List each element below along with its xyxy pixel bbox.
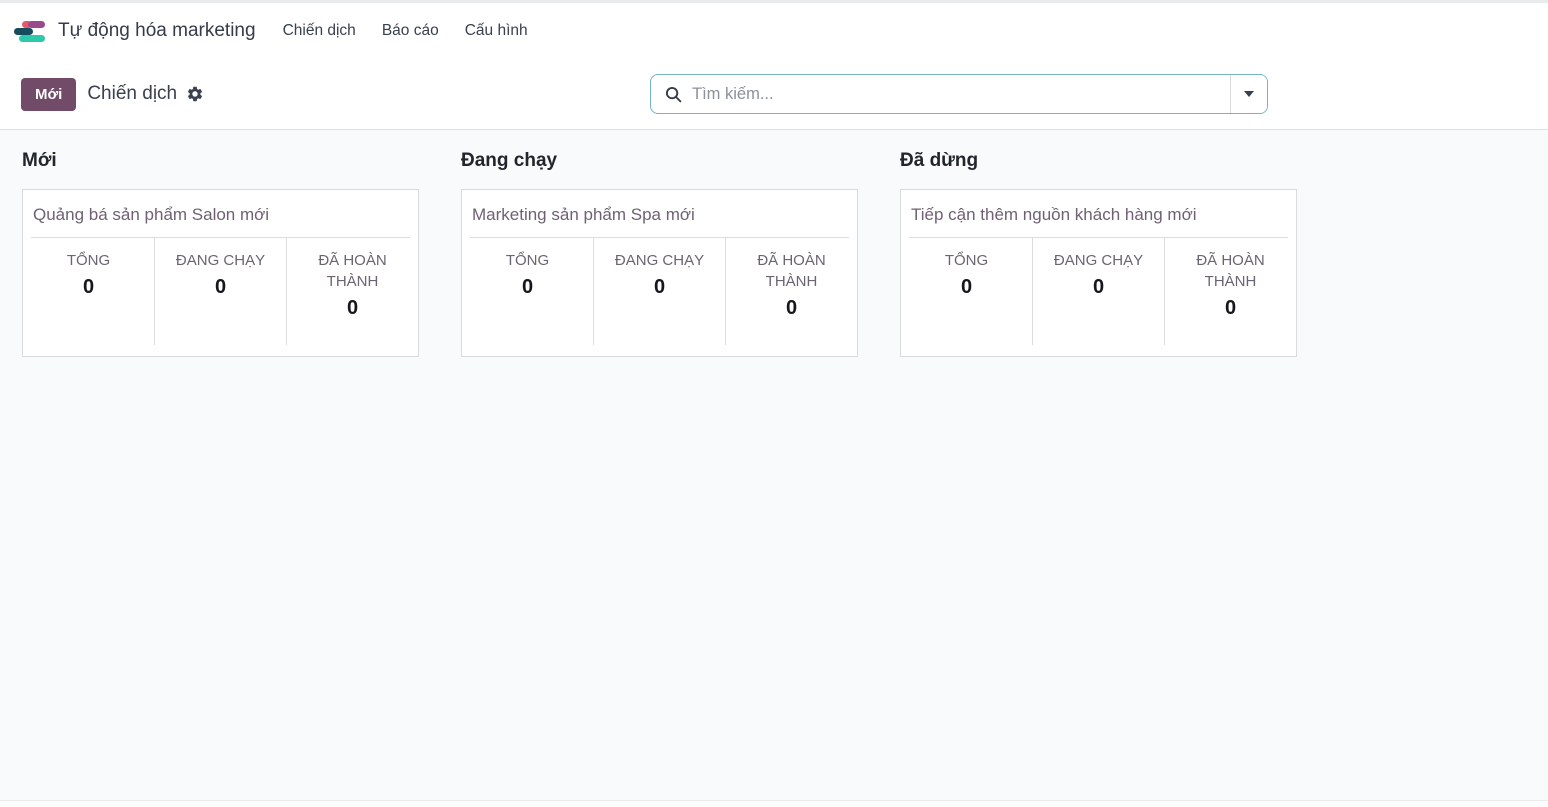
search-input[interactable] [692, 75, 1230, 113]
column-title: Mới [22, 150, 57, 171]
search-icon [665, 86, 682, 103]
breadcrumb: Chiến dịch [87, 83, 178, 104]
card-stats: TỔNG 0 ĐANG CHẠY 0 ĐÃ HOÀN THÀNH 0 [23, 238, 418, 345]
stat-value: 0 [653, 276, 666, 298]
gear-icon[interactable] [186, 85, 204, 103]
stat-label: TỔNG [505, 252, 550, 269]
stat-total: TỔNG 0 [901, 238, 1032, 345]
control-panel: Mới Chiến dịch [0, 59, 1548, 129]
stat-value: 0 [346, 297, 359, 319]
card-stats: TỔNG 0 ĐANG CHẠY 0 ĐÃ HOÀN THÀNH 0 [901, 238, 1296, 345]
menu-configuration[interactable]: Cấu hình [452, 13, 541, 49]
stat-label: ĐANG CHẠY [614, 252, 705, 269]
stat-completed: ĐÃ HOÀN THÀNH 0 [1164, 238, 1296, 345]
stat-value: 0 [214, 276, 227, 298]
stat-running: ĐANG CHẠY 0 [1032, 238, 1164, 345]
search-bar [650, 74, 1268, 114]
main-nav-bar: Tự động hóa marketing Chiến dịch Báo cáo… [0, 3, 1548, 59]
campaign-card[interactable]: Marketing sản phẩm Spa mới TỔNG 0 ĐANG C… [461, 189, 858, 357]
stat-value: 0 [1224, 297, 1237, 319]
column-title: Đã dừng [900, 150, 979, 171]
stat-label: ĐÃ HOÀN THÀNH [318, 252, 387, 290]
stat-label: ĐÃ HOÀN THÀNH [1196, 252, 1265, 290]
menu-campaigns[interactable]: Chiến dịch [270, 13, 369, 49]
campaign-card[interactable]: Quảng bá sản phẩm Salon mới TỔNG 0 ĐANG … [22, 189, 419, 357]
campaign-name: Tiếp cận thêm nguồn khách hàng mới [911, 205, 1197, 224]
top-menu: Chiến dịch Báo cáo Cấu hình [270, 13, 541, 49]
new-button[interactable]: Mới [21, 77, 77, 111]
menu-reporting[interactable]: Báo cáo [369, 13, 452, 49]
stat-value: 0 [960, 276, 973, 298]
stat-label: ĐANG CHẠY [175, 252, 266, 269]
logo-bar-purple [27, 20, 45, 28]
stat-value: 0 [521, 276, 534, 298]
stat-value: 0 [785, 297, 798, 319]
campaign-card[interactable]: Tiếp cận thêm nguồn khách hàng mới TỔNG … [900, 189, 1297, 357]
app-title: Tự động hóa marketing [58, 20, 256, 41]
search-options-toggle[interactable] [1231, 75, 1267, 113]
logo-bar-navy [14, 27, 33, 35]
kanban-column-new: Mới Quảng bá sản phẩm Salon mới TỔNG 0 Đ… [22, 150, 461, 357]
stat-total: TỔNG 0 [462, 238, 593, 345]
stat-running: ĐANG CHẠY 0 [593, 238, 725, 345]
kanban-column-running: Đang chạy Marketing sản phẩm Spa mới TỔN… [461, 150, 900, 357]
stat-total: TỔNG 0 [23, 238, 154, 345]
marketing-automation-app-icon[interactable] [14, 20, 45, 42]
campaign-name: Quảng bá sản phẩm Salon mới [33, 205, 270, 224]
stat-label: TỔNG [944, 252, 989, 269]
stat-label: ĐÃ HOÀN THÀNH [757, 252, 826, 290]
logo-bar-teal [19, 34, 45, 42]
window-bottom-edge [0, 800, 1548, 807]
stat-completed: ĐÃ HOÀN THÀNH 0 [286, 238, 418, 345]
card-stats: TỔNG 0 ĐANG CHẠY 0 ĐÃ HOÀN THÀNH 0 [462, 238, 857, 345]
stat-value: 0 [82, 276, 95, 298]
chevron-down-icon [1244, 91, 1254, 97]
stat-running: ĐANG CHẠY 0 [154, 238, 286, 345]
app-header: Tự động hóa marketing Chiến dịch Báo cáo… [0, 3, 1548, 130]
kanban-board: Mới Quảng bá sản phẩm Salon mới TỔNG 0 Đ… [0, 130, 1548, 357]
stat-completed: ĐÃ HOÀN THÀNH 0 [725, 238, 857, 345]
campaign-name: Marketing sản phẩm Spa mới [472, 205, 695, 224]
kanban-column-stopped: Đã dừng Tiếp cận thêm nguồn khách hàng m… [900, 150, 1339, 357]
kanban-view: Mới Quảng bá sản phẩm Salon mới TỔNG 0 Đ… [0, 130, 1548, 800]
column-title: Đang chạy [461, 150, 558, 171]
stat-label: ĐANG CHẠY [1053, 252, 1144, 269]
stat-label: TỔNG [66, 252, 111, 269]
stat-value: 0 [1092, 276, 1105, 298]
